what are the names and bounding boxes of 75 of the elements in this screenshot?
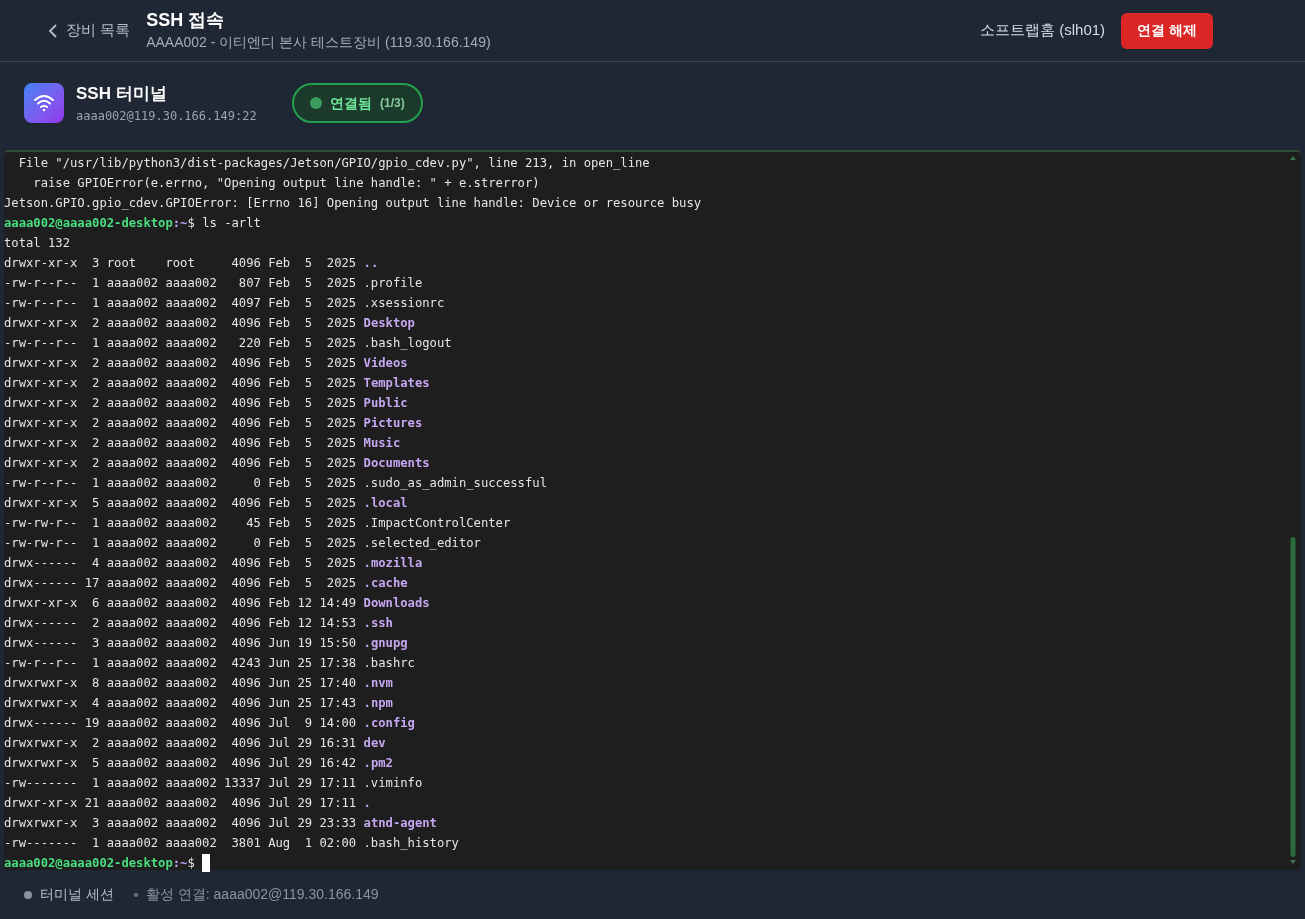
terminal-text: drwxr-xr-x 5 aaaa002 aaaa002 4096 Feb 5 2025 [4, 495, 358, 512]
wifi-icon [24, 83, 64, 123]
terminal-text: -rw-rw-r-- 1 aaaa002 aaaa002 45 Feb 5 2025 .ImpactControlCenter [4, 515, 511, 532]
directory-name: .cache [363, 575, 408, 592]
terminal-text: drwxr-xr-x 6 aaaa002 aaaa002 4096 Feb 12 14:49 [4, 595, 358, 612]
directory-name: .nvm [363, 675, 393, 692]
bullet-icon [133, 892, 138, 897]
terminal-text: drwx------ 2 aaaa002 aaaa002 4096 Feb 12 14:53 [4, 615, 358, 632]
directory-name: Videos [363, 355, 408, 372]
disconnect-button[interactable]: 연결 해제 [1121, 12, 1213, 49]
directory-name: Documents [363, 455, 430, 472]
terminal-text: raise GPIOError(e.errno, "Opening output line handle: " + e.strerror) [32, 175, 540, 192]
session-label: 터미널 세션 [40, 885, 114, 904]
terminal-text: drwxrwxr-x 8 aaaa002 aaaa002 4096 Jun 25 17:40 [4, 675, 358, 692]
directory-name: . [363, 795, 371, 812]
directory-name: .. [363, 255, 379, 272]
terminal-text: -rw-r--r-- 1 aaaa002 aaaa002 807 Feb 5 2025 .profile [4, 275, 423, 292]
prompt-user: aaaa002@aaaa002-desktop [4, 855, 173, 872]
terminal-text: -rw-r--r-- 1 aaaa002 aaaa002 220 Feb 5 2025 .bash_logout [4, 335, 452, 352]
directory-name: atnd-agent [363, 815, 437, 832]
terminal-text: drwxr-xr-x 2 aaaa002 aaaa002 4096 Feb 5 2025 [4, 355, 358, 372]
device-subtitle: AAAA002 - 이티엔디 본사 테스트장비 (119.30.166.149) [146, 33, 491, 52]
directory-name: .ssh [363, 615, 393, 632]
directory-name: Downloads [363, 595, 430, 612]
terminal-text: drwxr-xr-x 2 aaaa002 aaaa002 4096 Feb 5 2025 [4, 435, 358, 452]
directory-name: .gnupg [363, 635, 408, 652]
directory-name: .pm2 [363, 755, 393, 772]
terminal-text: drwx------ 3 aaaa002 aaaa002 4096 Jun 19 15:50 [4, 635, 358, 652]
terminal-text: drwxr-xr-x 2 aaaa002 aaaa002 4096 Feb 5 2025 [4, 395, 358, 412]
terminal-text: drwxr-xr-x 3 root root 4096 Feb 5 2025 [4, 255, 358, 272]
terminal-text: drwxrwxr-x 3 aaaa002 aaaa002 4096 Jul 29 23:33 [4, 815, 358, 832]
directory-name: .npm [363, 695, 393, 712]
terminal-text: $ [187, 855, 196, 872]
terminal-text: drwxrwxr-x 2 aaaa002 aaaa002 4096 Jul 29 16:31 [4, 735, 358, 752]
back-link[interactable]: 장비 목록 [48, 19, 131, 42]
status-label: 연결됨 [330, 93, 372, 113]
directory-name: .mozilla [363, 555, 423, 572]
terminal-text: -rw-r--r-- 1 aaaa002 aaaa002 0 Feb 5 2025 .sudo_as_admin_successful [4, 475, 547, 492]
directory-name: Templates [363, 375, 430, 392]
terminal-text: drwx------ 19 aaaa002 aaaa002 4096 Jul 9 14:00 [4, 715, 358, 732]
terminal-text: $ ls -arlt [187, 215, 261, 232]
directory-name: Music [363, 435, 401, 452]
terminal-text: drwxr-xr-x 2 aaaa002 aaaa002 4096 Feb 5 2025 [4, 315, 358, 332]
terminal-text: drwxrwxr-x 4 aaaa002 aaaa002 4096 Jun 25 17:43 [4, 695, 358, 712]
terminal-text: drwxrwxr-x 5 aaaa002 aaaa002 4096 Jul 29 16:42 [4, 755, 358, 772]
terminal-title: SSH 터미널 [76, 83, 168, 106]
terminal-text: Jetson.GPIO.gpio_cdev.GPIOError: [Errno 16] Opening output line handle: Device or resource busy [4, 195, 702, 212]
terminal-text: drwxr-xr-x 2 aaaa002 aaaa002 4096 Feb 5 2025 [4, 455, 358, 472]
terminal-text: drwxr-xr-x 21 aaaa002 aaaa002 4096 Jul 29 17:11 [4, 795, 358, 812]
terminal-text: -rw------- 1 aaaa002 aaaa002 13337 Jul 29 17:11 .viminfo [4, 775, 423, 792]
user-name: 소프트랩홈 (slh01) [980, 20, 1106, 41]
connection-count: (1/3) [380, 95, 405, 112]
directory-name: Public [363, 395, 408, 412]
directory-name: Desktop [363, 315, 415, 332]
directory-name: dev [363, 735, 386, 752]
prompt-path: :~ [172, 215, 188, 232]
back-icon [48, 23, 58, 38]
active-connection: 활성 연결: aaaa002@119.30.166.149 [145, 885, 379, 904]
terminal-text: drwxr-xr-x 2 aaaa002 aaaa002 4096 Feb 5 2025 [4, 415, 358, 432]
ssh-address: aaaa002@119.30.166.149:22 [76, 107, 258, 125]
page-title: SSH 접속 [146, 9, 226, 32]
terminal-text: drwx------ 17 aaaa002 aaaa002 4096 Feb 5 2025 [4, 575, 358, 592]
directory-name: .config [363, 715, 415, 732]
terminal-text: -rw-r--r-- 1 aaaa002 aaaa002 4097 Feb 5 2025 .xsessionrc [4, 295, 445, 312]
terminal-text: total 132 [4, 235, 71, 252]
directory-name: .local [363, 495, 408, 512]
prompt-user: aaaa002@aaaa002-desktop [4, 215, 173, 232]
terminal-text: -rw-rw-r-- 1 aaaa002 aaaa002 0 Feb 5 2025 .selected_editor [4, 535, 481, 552]
prompt-path: :~ [172, 855, 188, 872]
terminal-text: drwx------ 4 aaaa002 aaaa002 4096 Feb 5 2025 [4, 555, 358, 572]
terminal-text: -rw-r--r-- 1 aaaa002 aaaa002 4243 Jun 25 17:38 .bashrc [4, 655, 415, 672]
terminal-text: File "/usr/lib/python3/dist-packages/Jetson/GPIO/gpio_cdev.py", line 213, in open_line [17, 155, 650, 172]
terminal-text: drwxr-xr-x 2 aaaa002 aaaa002 4096 Feb 5 2025 [4, 375, 358, 392]
terminal-text: -rw------- 1 aaaa002 aaaa002 3801 Aug 1 02:00 .bash_history [4, 835, 459, 852]
directory-name: Pictures [363, 415, 423, 432]
